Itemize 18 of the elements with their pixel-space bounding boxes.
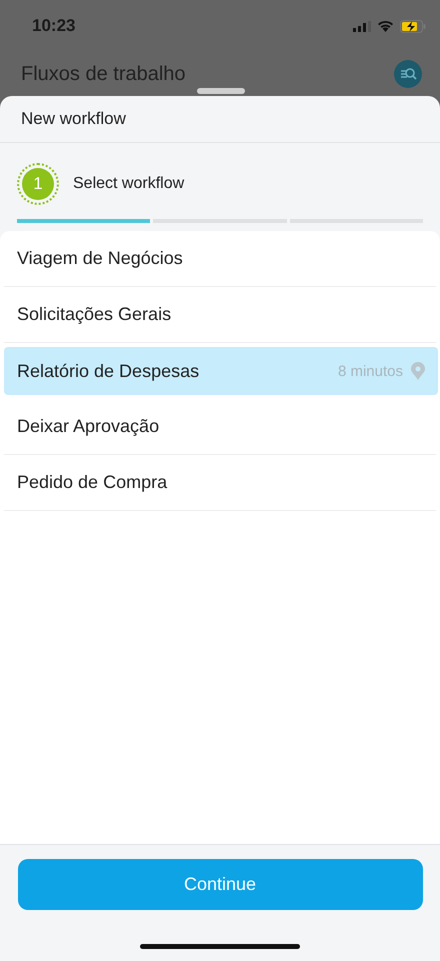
step-label: Select workflow (73, 175, 184, 193)
workflow-item[interactable]: Deixar Aprovação (4, 399, 436, 455)
status-time: 10:23 (32, 16, 76, 36)
sheet-title: New workflow (0, 96, 440, 143)
wifi-icon (377, 20, 394, 32)
workflow-label: Relatório de Despesas (17, 360, 200, 382)
workflow-item[interactable]: Solicitações Gerais (4, 287, 436, 343)
signal-icon (353, 20, 371, 32)
workflow-item[interactable]: Viagem de Negócios (4, 231, 436, 287)
page-title: Fluxos de trabalho (21, 62, 186, 86)
sheet-handle[interactable] (197, 88, 245, 94)
battery-charging-icon (400, 20, 426, 32)
search-icon[interactable] (394, 60, 422, 88)
workflow-item[interactable]: Pedido de Compra (4, 455, 436, 511)
step-badge: 1 (17, 163, 59, 205)
pin-icon (411, 362, 425, 380)
duration-label: 8 minutos (338, 362, 403, 380)
workflow-item[interactable]: Relatório de Despesas 8 minutos (4, 347, 438, 395)
